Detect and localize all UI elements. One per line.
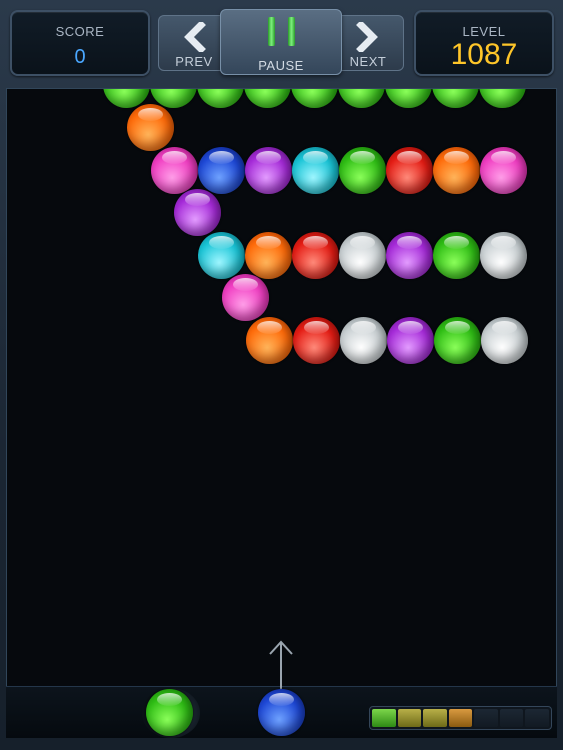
bubble-green xyxy=(433,232,480,279)
level-panel: LEVEL 1087 xyxy=(414,10,554,76)
bubble-pink xyxy=(222,274,269,321)
bubble-cyan xyxy=(292,147,339,194)
bubble-purple xyxy=(245,147,292,194)
next-label: NEXT xyxy=(349,54,387,69)
progress-segment xyxy=(423,709,447,727)
prev-label: PREV xyxy=(175,54,213,69)
bubble-green xyxy=(339,147,386,194)
next-button[interactable]: NEXT xyxy=(333,16,403,72)
bubble-purple xyxy=(174,189,221,236)
score-value: 0 xyxy=(74,46,86,68)
bubble-green xyxy=(434,317,481,364)
progress-segment xyxy=(474,709,498,727)
prev-button[interactable]: PREV xyxy=(159,16,229,72)
pause-button[interactable]: PAUSE xyxy=(220,9,342,75)
shot-progress-meter xyxy=(369,706,552,730)
bubble-purple xyxy=(387,317,434,364)
bubble-red xyxy=(292,232,339,279)
bubble-pink xyxy=(151,147,198,194)
bubble-orange xyxy=(246,317,293,364)
bubble-orange xyxy=(433,147,480,194)
level-label: LEVEL xyxy=(462,24,506,39)
bubble-cyan xyxy=(198,232,245,279)
progress-segment xyxy=(372,709,396,727)
bubble-pink xyxy=(480,147,527,194)
bubble-purple xyxy=(386,232,433,279)
progress-segment xyxy=(397,709,422,727)
chevron-left-icon xyxy=(184,22,206,52)
chevron-right-icon xyxy=(356,22,378,52)
level-value: 1087 xyxy=(450,38,518,71)
bubble-white xyxy=(481,317,528,364)
bubble-orange xyxy=(245,232,292,279)
next-bubble[interactable] xyxy=(146,689,193,736)
bubble-white xyxy=(340,317,387,364)
bubble-red xyxy=(386,147,433,194)
arrow-up-icon xyxy=(269,640,293,690)
progress-segment xyxy=(525,709,550,727)
progress-segment xyxy=(448,709,473,727)
progress-segment xyxy=(499,709,524,727)
bubble-white xyxy=(339,232,386,279)
bubble-orange xyxy=(127,104,174,151)
bubble-blue xyxy=(198,147,245,194)
score-panel: SCORE 0 xyxy=(10,10,150,76)
bubble-red xyxy=(293,317,340,364)
loaded-bubble[interactable] xyxy=(258,689,305,736)
score-label: SCORE xyxy=(55,24,105,39)
pause-label: PAUSE xyxy=(258,58,304,73)
bubble-white xyxy=(480,232,527,279)
